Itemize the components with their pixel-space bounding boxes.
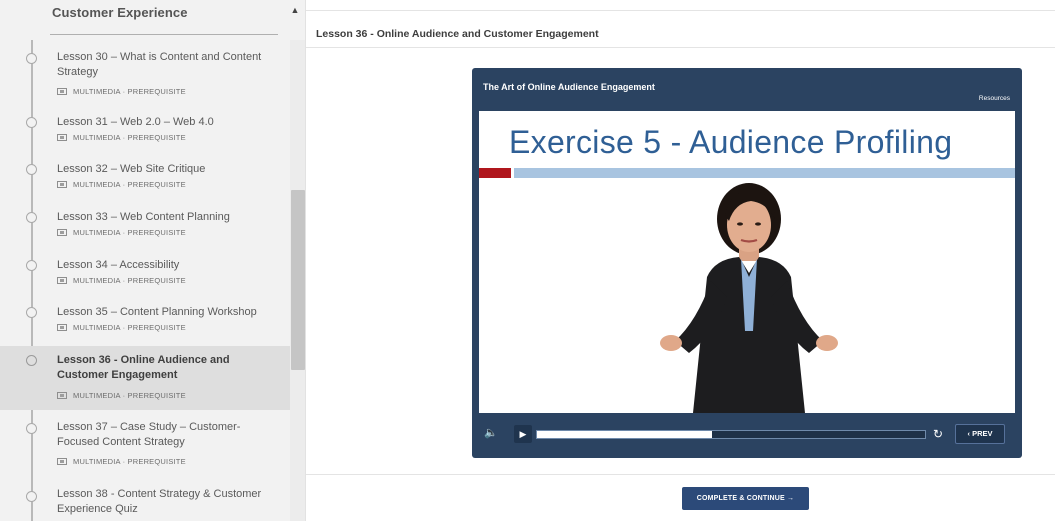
- lesson-meta-text: MULTIMEDIA · PREREQUISITE: [73, 133, 186, 142]
- lesson-meta-text: MULTIMEDIA · PREREQUISITE: [73, 276, 186, 285]
- lesson-meta-text: MULTIMEDIA · PREREQUISITE: [73, 323, 186, 332]
- lesson-meta-text: MULTIMEDIA · PREREQUISITE: [73, 228, 186, 237]
- lesson-meta-text: MULTIMEDIA · PREREQUISITE: [73, 457, 186, 466]
- lesson-meta: MULTIMEDIA · PREREQUISITE: [57, 457, 186, 466]
- section-divider: [50, 34, 278, 35]
- lesson-status-icon: [26, 491, 37, 502]
- lesson-title: Lesson 30 – What is Content and Content …: [57, 51, 262, 78]
- lesson-header: Lesson 36 - Online Audience and Customer…: [306, 10, 1055, 48]
- media-icon: [57, 277, 67, 284]
- lesson-meta-text: MULTIMEDIA · PREREQUISITE: [73, 180, 186, 189]
- lesson-item[interactable]: Lesson 37 – Case Study – Customer-Focuse…: [0, 414, 290, 474]
- lesson-item[interactable]: Lesson 30 – What is Content and Content …: [0, 44, 290, 100]
- lesson-item-active[interactable]: Lesson 36 - Online Audience and Customer…: [0, 346, 290, 410]
- lesson-title: Lesson 37 – Case Study – Customer-Focuse…: [57, 421, 241, 448]
- lesson-status-icon: [26, 117, 37, 128]
- lesson-meta-text: MULTIMEDIA · PREREQUISITE: [73, 391, 186, 400]
- media-icon: [57, 181, 67, 188]
- slide-content: Exercise 5 - Audience Profiling: [479, 111, 1015, 413]
- lesson-status-icon: [26, 164, 37, 175]
- lesson-meta: MULTIMEDIA · PREREQUISITE: [57, 276, 186, 285]
- lesson-status-icon: [26, 212, 37, 223]
- play-button[interactable]: ▶: [514, 425, 532, 443]
- footer-divider: [306, 474, 1055, 475]
- lesson-item[interactable]: Lesson 34 – Accessibility MULTIMEDIA · P…: [0, 251, 290, 291]
- prev-button[interactable]: ‹ PREV: [955, 424, 1005, 444]
- lesson-meta: MULTIMEDIA · PREREQUISITE: [57, 323, 186, 332]
- lesson-item[interactable]: Lesson 31 – Web 2.0 – Web 4.0 MULTIMEDIA…: [0, 108, 290, 148]
- complete-continue-button[interactable]: COMPLETE & CONTINUE →: [682, 487, 809, 510]
- lesson-meta: MULTIMEDIA · PREREQUISITE: [57, 133, 186, 142]
- presenter-image: [660, 183, 838, 413]
- lesson-title: Lesson 33 – Web Content Planning: [57, 211, 230, 223]
- chevron-up-icon[interactable]: ▲: [290, 5, 300, 15]
- slide-heading: Exercise 5 - Audience Profiling: [509, 124, 953, 160]
- lesson-meta: MULTIMEDIA · PREREQUISITE: [57, 87, 186, 96]
- player-title: The Art of Online Audience Engagement: [483, 82, 655, 92]
- lesson-title: Lesson 36 - Online Audience and Customer…: [57, 354, 230, 381]
- replay-icon[interactable]: ↻: [931, 427, 945, 441]
- media-icon: [57, 229, 67, 236]
- lesson-meta-text: MULTIMEDIA · PREREQUISITE: [73, 87, 186, 96]
- slide-accent-red: [479, 168, 511, 178]
- media-icon: [57, 324, 67, 331]
- lesson-title: Lesson 38 - Content Strategy & Customer …: [57, 488, 262, 515]
- lesson-meta: MULTIMEDIA · PREREQUISITE: [57, 228, 186, 237]
- section-header[interactable]: Customer Experience ▲: [0, 0, 305, 42]
- lesson-title: Lesson 31 – Web 2.0 – Web 4.0: [57, 116, 214, 128]
- video-player[interactable]: The Art of Online Audience Engagement Re…: [472, 68, 1022, 458]
- lesson-status-icon: [26, 260, 37, 271]
- media-icon: [57, 392, 67, 399]
- lesson-meta: MULTIMEDIA · PREREQUISITE: [57, 391, 186, 400]
- lesson-status-icon: [26, 355, 37, 366]
- resources-link[interactable]: Resources: [979, 95, 1010, 102]
- media-icon: [57, 88, 67, 95]
- lesson-item[interactable]: Lesson 32 – Web Site Critique MULTIMEDIA…: [0, 155, 290, 195]
- media-icon: [57, 134, 67, 141]
- player-controls: 🔈 ▶ ↻ ‹ PREV: [479, 419, 1015, 449]
- lesson-title: Lesson 35 – Content Planning Workshop: [57, 306, 257, 318]
- section-title: Customer Experience: [52, 5, 188, 20]
- lesson-status-icon: [26, 307, 37, 318]
- progress-fill: [537, 431, 712, 438]
- lesson-status-icon: [26, 53, 37, 64]
- lesson-title: Lesson 34 – Accessibility: [57, 259, 180, 271]
- volume-icon[interactable]: 🔈: [484, 426, 498, 440]
- sidebar: Customer Experience ▲ Lesson 30 – What i…: [0, 0, 306, 521]
- media-icon: [57, 458, 67, 465]
- lesson-meta: MULTIMEDIA · PREREQUISITE: [57, 180, 186, 189]
- lesson-item[interactable]: Lesson 38 - Content Strategy & Customer …: [0, 482, 290, 521]
- sidebar-scrollbar-thumb[interactable]: [291, 190, 305, 370]
- slide-accent-blue: [514, 168, 1015, 178]
- progress-bar[interactable]: [536, 430, 926, 439]
- lesson-title: Lesson 32 – Web Site Critique: [57, 163, 206, 175]
- lesson-item[interactable]: Lesson 33 – Web Content Planning MULTIME…: [0, 203, 290, 243]
- lesson-title-heading: Lesson 36 - Online Audience and Customer…: [316, 28, 599, 40]
- lesson-item[interactable]: Lesson 35 – Content Planning Workshop MU…: [0, 298, 290, 338]
- lesson-status-icon: [26, 423, 37, 434]
